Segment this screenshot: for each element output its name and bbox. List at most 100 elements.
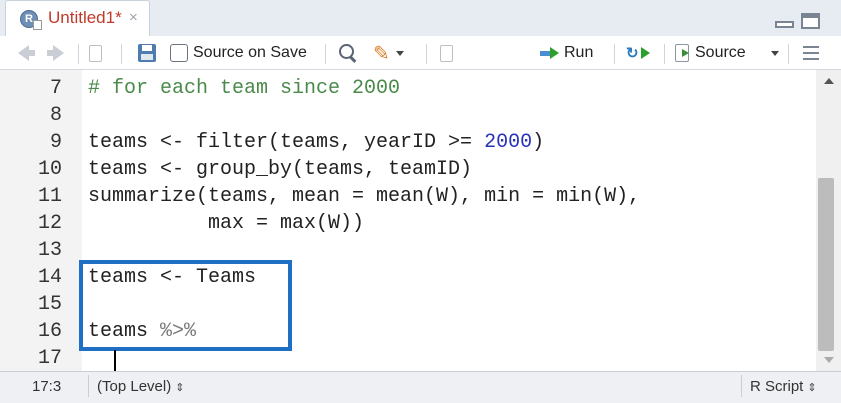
code-tools-button[interactable]: ✎	[373, 36, 404, 70]
source-on-save-checkbox[interactable]	[170, 44, 188, 62]
code-text: teams <- group_by(teams, teamID)	[88, 156, 472, 183]
status-divider	[88, 375, 89, 397]
source-label: Source	[695, 44, 746, 61]
run-icon	[540, 47, 559, 59]
source-icon	[675, 44, 689, 62]
run-button[interactable]: Run	[540, 36, 593, 70]
r-file-doc-icon	[33, 20, 42, 30]
tab-bar: R Untitled1* ×	[0, 0, 841, 36]
outline-icon	[803, 46, 819, 60]
back-arrow-tail	[29, 50, 35, 56]
scope-label: (Top Level)	[97, 378, 172, 395]
code-token: 2000	[484, 131, 533, 154]
forward-button[interactable]	[47, 36, 64, 70]
code-text: teams %>%	[88, 318, 196, 345]
editor-toolbar: Source on Save ✎ Run ↻ Source	[0, 36, 841, 70]
code-line[interactable]: 17	[0, 345, 816, 371]
scroll-up-arrow-icon[interactable]	[824, 78, 834, 84]
code-token: %>%	[160, 320, 197, 343]
code-line[interactable]: 8	[0, 102, 816, 129]
tab-close-icon[interactable]: ×	[129, 9, 138, 26]
line-number: 16	[37, 320, 62, 343]
toolbar-divider	[426, 44, 427, 64]
code-line[interactable]: 16 teams %>%	[0, 318, 816, 345]
code-line[interactable]: 9 teams <- filter(teams, yearID >= 2000)	[0, 129, 816, 156]
forward-arrow-icon	[53, 45, 64, 61]
maximize-pane-button[interactable]	[801, 13, 820, 29]
line-number: 14	[37, 266, 62, 289]
scrollbar-thumb[interactable]	[818, 178, 834, 351]
document-outline-button[interactable]	[803, 36, 819, 70]
text-cursor	[114, 350, 116, 371]
file-type-label: R Script	[750, 378, 804, 395]
code-text: teams <- Teams	[88, 264, 256, 291]
toolbar-divider	[78, 44, 79, 64]
code-line[interactable]: 15	[0, 291, 816, 318]
source-on-save-toggle[interactable]: Source on Save	[170, 36, 307, 70]
code-text: # for each team since 2000	[88, 75, 400, 102]
code-token: teams <- Teams	[88, 266, 257, 289]
code-text: summarize(teams, mean = mean(W), min = m…	[88, 183, 640, 210]
toolbar-divider	[614, 44, 615, 64]
code-token: summarize(teams, mean = mean(W), min = m…	[88, 185, 641, 208]
code-token: teams	[88, 320, 161, 343]
compile-report-button[interactable]	[440, 36, 453, 70]
code-text: max = max(W))	[88, 210, 364, 237]
search-icon	[339, 44, 357, 62]
toolbar-divider	[664, 44, 665, 64]
rerun-button[interactable]: ↻	[626, 36, 650, 70]
chevron-down-icon	[395, 50, 404, 56]
r-file-icon-letter: R	[25, 13, 33, 25]
back-arrow-icon	[18, 45, 29, 61]
line-number: 17	[37, 347, 62, 370]
code-token: teams <- group_by(teams, teamID)	[88, 158, 473, 181]
line-number: 12	[37, 212, 62, 235]
save-icon	[138, 44, 156, 62]
tab-title: Untitled1*	[48, 8, 122, 27]
line-number: 13	[37, 239, 62, 262]
code-line[interactable]: 14 teams <- Teams	[0, 264, 816, 291]
line-number: 9	[49, 131, 62, 154]
code-editor[interactable]: ` 7 # for each team since 2000 8 9 teams <- …	[0, 70, 841, 371]
editor-tab[interactable]: R Untitled1* ×	[5, 0, 150, 36]
save-button[interactable]	[138, 36, 156, 70]
show-in-window-button[interactable]	[89, 36, 102, 70]
line-number: 7	[49, 77, 62, 100]
toolbar-divider	[121, 44, 122, 64]
toolbar-divider	[788, 44, 789, 64]
code-text: teams <- filter(teams, yearID >= 2000)	[88, 129, 544, 156]
updown-icon: ⇕	[807, 382, 817, 394]
partial-line-above: `	[88, 70, 268, 73]
code-token: # for each team since 2000	[88, 77, 401, 100]
back-button[interactable]	[18, 36, 35, 70]
chevron-down-icon	[771, 50, 779, 56]
status-divider	[741, 375, 742, 397]
magic-wand-icon: ✎	[373, 42, 390, 65]
code-line[interactable]: 13	[0, 237, 816, 264]
code-token: max = max(W))	[88, 212, 365, 235]
source-options-dropdown[interactable]	[765, 36, 779, 70]
line-number: 11	[37, 185, 62, 208]
line-number: 10	[37, 158, 62, 181]
code-line[interactable]: 7 # for each team since 2000	[0, 75, 816, 102]
line-number: 8	[49, 104, 62, 127]
show-in-window-icon	[89, 44, 102, 62]
vertical-scrollbar[interactable]	[816, 70, 841, 371]
file-type-selector[interactable]: R Script ⇕	[750, 378, 817, 395]
code-line[interactable]: 12 max = max(W))	[0, 210, 816, 237]
cursor-position: 17:3	[32, 378, 62, 395]
find-replace-button[interactable]	[339, 36, 357, 70]
code-line[interactable]: 11 summarize(teams, mean = mean(W), min =…	[0, 183, 816, 210]
source-button[interactable]: Source	[675, 36, 746, 70]
status-bar: 17:3 (Top Level) ⇕ R Script ⇕	[0, 371, 841, 403]
updown-icon: ⇕	[175, 382, 185, 394]
code-line[interactable]: 10 teams <- group_by(teams, teamID)	[0, 156, 816, 183]
run-label: Run	[564, 44, 594, 61]
scroll-down-arrow-icon[interactable]	[824, 357, 834, 363]
rerun-arrow-icon	[640, 47, 650, 59]
code-token: teams <- filter(teams, yearID >=	[88, 131, 485, 154]
scope-selector[interactable]: (Top Level) ⇕	[97, 378, 184, 395]
notebook-icon	[440, 44, 453, 62]
minimize-pane-button[interactable]	[775, 21, 794, 28]
source-on-save-label: Source on Save	[193, 44, 307, 61]
